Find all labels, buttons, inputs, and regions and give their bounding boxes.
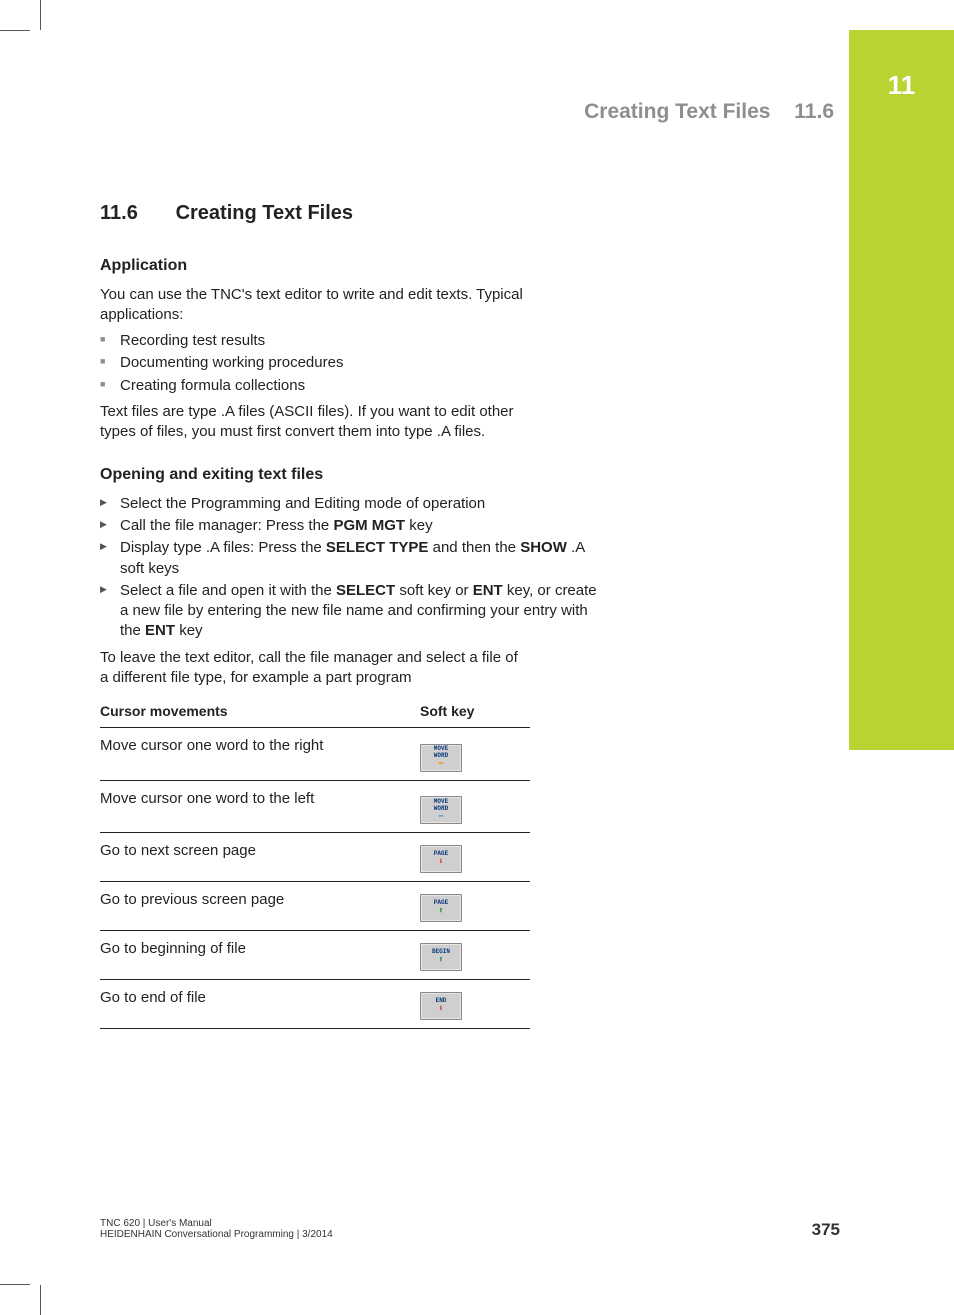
softkey-icon: MOVEWORD⬅ bbox=[420, 796, 462, 824]
opening-heading: Opening and exiting text files bbox=[100, 464, 840, 486]
cursor-movement-desc: Go to previous screen page bbox=[100, 882, 420, 931]
application-intro: You can use the TNC's text editor to wri… bbox=[100, 285, 530, 326]
arrow-up-icon: ⬆ bbox=[438, 907, 443, 916]
softkey-cell: PAGE⬇ bbox=[420, 833, 530, 882]
footer-text: TNC 620 | User's Manual HEIDENHAIN Conve… bbox=[100, 1218, 333, 1240]
softkey-cell: MOVEWORD➡ bbox=[420, 728, 530, 781]
softkey-icon: PAGE⬇ bbox=[420, 845, 462, 873]
page-content: 11.6 Creating Text Files Application You… bbox=[100, 200, 840, 1029]
list-item: Display type .A files: Press the SELECT … bbox=[100, 538, 600, 579]
cursor-movement-desc: Move cursor one word to the left bbox=[100, 780, 420, 833]
softkey-cell: BEGIN⬆ bbox=[420, 931, 530, 980]
arrow-up-icon: ⬆ bbox=[438, 956, 443, 965]
table-row: Move cursor one word to the rightMOVEWOR… bbox=[100, 728, 530, 781]
list-item: Documenting working procedures bbox=[100, 353, 600, 373]
application-list: Recording test results Documenting worki… bbox=[100, 331, 600, 396]
cursor-movement-desc: Go to beginning of file bbox=[100, 931, 420, 980]
application-outro: Text files are type .A files (ASCII file… bbox=[100, 402, 530, 443]
application-heading: Application bbox=[100, 255, 840, 277]
cursor-movement-desc: Move cursor one word to the right bbox=[100, 728, 420, 781]
opening-steps: Select the Programming and Editing mode … bbox=[100, 494, 600, 642]
table-row: Go to beginning of fileBEGIN⬆ bbox=[100, 931, 530, 980]
chapter-tab: 11 bbox=[849, 30, 954, 750]
section-heading: 11.6 Creating Text Files bbox=[100, 200, 840, 227]
list-item: Select the Programming and Editing mode … bbox=[100, 494, 600, 514]
running-header: Creating Text Files 11.6 bbox=[584, 100, 834, 124]
arrow-right-icon: ➡ bbox=[438, 760, 443, 769]
softkey-icon: END⬇ bbox=[420, 992, 462, 1020]
arrow-left-icon: ⬅ bbox=[438, 813, 443, 822]
table-row: Go to previous screen pagePAGE⬆ bbox=[100, 882, 530, 931]
softkey-icon: MOVEWORD➡ bbox=[420, 744, 462, 772]
section-number: 11.6 bbox=[100, 200, 170, 227]
cursor-movement-desc: Go to end of file bbox=[100, 980, 420, 1029]
table-header: Cursor movements bbox=[100, 698, 420, 727]
page-number: 375 bbox=[812, 1220, 840, 1240]
header-title: Creating Text Files bbox=[584, 100, 770, 123]
table-row: Go to next screen pagePAGE⬇ bbox=[100, 833, 530, 882]
arrow-down-icon: ⬇ bbox=[438, 1005, 443, 1014]
softkey-icon: PAGE⬆ bbox=[420, 894, 462, 922]
list-item: Recording test results bbox=[100, 331, 600, 351]
softkey-cell: MOVEWORD⬅ bbox=[420, 780, 530, 833]
list-item: Call the file manager: Press the PGM MGT… bbox=[100, 516, 600, 536]
chapter-number: 11 bbox=[849, 70, 954, 101]
softkey-cell: END⬇ bbox=[420, 980, 530, 1029]
table-row: Move cursor one word to the leftMOVEWORD… bbox=[100, 780, 530, 833]
table-row: Go to end of fileEND⬇ bbox=[100, 980, 530, 1029]
section-title: Creating Text Files bbox=[176, 202, 353, 224]
list-item: Creating formula collections bbox=[100, 376, 600, 396]
opening-outro: To leave the text editor, call the file … bbox=[100, 648, 530, 689]
table-header: Soft key bbox=[420, 698, 530, 727]
header-section: 11.6 bbox=[794, 100, 834, 123]
softkey-cell: PAGE⬆ bbox=[420, 882, 530, 931]
page-footer: TNC 620 | User's Manual HEIDENHAIN Conve… bbox=[100, 1218, 840, 1240]
softkey-icon: BEGIN⬆ bbox=[420, 943, 462, 971]
arrow-down-icon: ⬇ bbox=[438, 858, 443, 867]
cursor-movement-desc: Go to next screen page bbox=[100, 833, 420, 882]
softkey-table: Cursor movements Soft key Move cursor on… bbox=[100, 698, 530, 1029]
list-item: Select a file and open it with the SELEC… bbox=[100, 581, 600, 642]
